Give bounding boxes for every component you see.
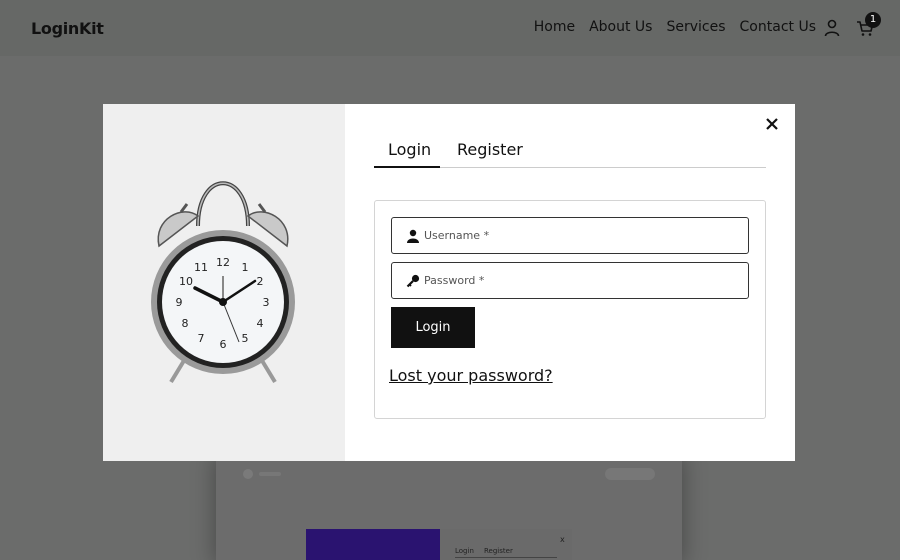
- key-icon: [406, 274, 420, 288]
- svg-text:10: 10: [179, 275, 193, 288]
- site-logo[interactable]: LoginKit: [31, 19, 104, 38]
- background-mini-underline: [455, 557, 557, 558]
- password-placeholder: Password *: [424, 274, 485, 287]
- svg-text:3: 3: [263, 296, 270, 309]
- user-icon: [407, 229, 419, 243]
- background-mini-tab-login: Login: [455, 547, 474, 555]
- close-modal-button[interactable]: [764, 116, 780, 132]
- password-field[interactable]: Password *: [391, 262, 749, 299]
- background-mini-tab-register: Register: [484, 547, 513, 555]
- svg-text:12: 12: [216, 256, 230, 269]
- tab-register[interactable]: Register: [457, 140, 523, 168]
- svg-text:4: 4: [257, 317, 264, 330]
- background-mini-modal-image: [306, 529, 440, 560]
- tab-login[interactable]: Login: [388, 140, 431, 168]
- background-preview-dot: [243, 469, 253, 479]
- main-nav: Home About Us Services Contact Us: [534, 19, 816, 35]
- svg-text:8: 8: [182, 317, 189, 330]
- background-preview-pill: [605, 468, 655, 480]
- active-tab-indicator: [374, 166, 440, 168]
- svg-text:2: 2: [257, 275, 264, 288]
- lost-password-link[interactable]: Lost your password?: [389, 366, 553, 385]
- login-modal: 12 1 2 3 4 5 6 7 8 9 10 11 Login Registe…: [103, 104, 795, 461]
- auth-tabs: Login Register: [374, 140, 766, 168]
- login-button[interactable]: Login: [391, 307, 475, 348]
- cart-count-badge: 1: [865, 12, 881, 28]
- nav-contact-us[interactable]: Contact Us: [740, 19, 816, 35]
- background-preview-line: [259, 472, 281, 476]
- site-header: LoginKit Home About Us Services Contact …: [0, 0, 900, 56]
- svg-text:1: 1: [242, 261, 249, 274]
- user-account-icon[interactable]: [824, 19, 840, 37]
- nav-about-us[interactable]: About Us: [589, 19, 652, 35]
- svg-text:7: 7: [198, 332, 205, 345]
- username-placeholder: Username *: [424, 229, 490, 242]
- svg-text:6: 6: [220, 338, 227, 351]
- nav-home[interactable]: Home: [534, 19, 575, 35]
- background-mini-close: x: [560, 535, 565, 544]
- svg-text:11: 11: [194, 261, 208, 274]
- background-mini-modal-panel: [440, 529, 572, 560]
- login-form: Username * Password * Login Lost your pa…: [374, 200, 766, 419]
- username-field[interactable]: Username *: [391, 217, 749, 254]
- nav-services[interactable]: Services: [666, 19, 725, 35]
- alarm-clock-image: 12 1 2 3 4 5 6 7 8 9 10 11: [151, 181, 295, 384]
- modal-image-panel: 12 1 2 3 4 5 6 7 8 9 10 11: [103, 104, 345, 461]
- svg-text:5: 5: [242, 332, 249, 345]
- svg-text:9: 9: [176, 296, 183, 309]
